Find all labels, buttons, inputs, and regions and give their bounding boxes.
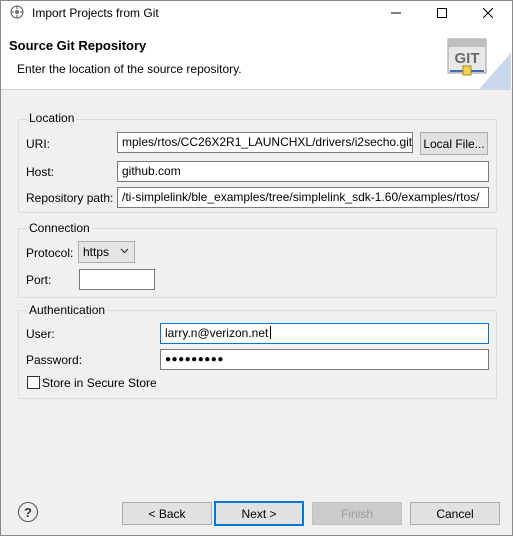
- text-caret: [270, 326, 272, 339]
- chevron-down-icon: [120, 248, 129, 254]
- user-label: User:: [26, 327, 55, 341]
- next-button[interactable]: Next >: [214, 501, 304, 526]
- uri-label: URI:: [26, 137, 50, 151]
- location-group-label: Location: [27, 111, 77, 125]
- protocol-value: https: [83, 245, 110, 259]
- git-logo-icon: GIT: [447, 38, 511, 89]
- authentication-group-label: Authentication: [27, 303, 108, 317]
- minimize-button[interactable]: [373, 1, 419, 25]
- cancel-button[interactable]: Cancel: [410, 502, 500, 525]
- host-label: Host:: [26, 165, 55, 179]
- back-button[interactable]: < Back: [122, 502, 212, 525]
- repository-path-field[interactable]: /ti-simplelink/ble_examples/tree/simplel…: [117, 187, 489, 208]
- page-description: Enter the location of the source reposit…: [17, 62, 242, 76]
- title-bar[interactable]: Import Projects from Git: [1, 1, 512, 25]
- wizard-header: Source Git Repository Enter the location…: [1, 25, 512, 90]
- port-field[interactable]: [79, 269, 155, 290]
- store-secure-label: Store in Secure Store: [42, 376, 157, 390]
- user-value: larry.n@verizon.net: [165, 326, 269, 340]
- user-field[interactable]: larry.n@verizon.net: [160, 323, 489, 344]
- close-button[interactable]: [465, 1, 511, 25]
- port-label: Port:: [26, 273, 52, 287]
- window-title: Import Projects from Git: [32, 6, 159, 20]
- store-secure-checkbox[interactable]: [27, 376, 40, 389]
- host-field[interactable]: github.com: [117, 161, 489, 182]
- eclipse-app-icon: [10, 5, 24, 19]
- import-projects-dialog: Import Projects from Git Source Git Repo…: [0, 0, 513, 536]
- git-logo-text: GIT: [455, 50, 480, 67]
- repository-path-label: Repository path:: [26, 191, 114, 205]
- protocol-select[interactable]: https: [78, 241, 135, 263]
- password-field[interactable]: ●●●●●●●●●: [160, 349, 489, 370]
- finish-button[interactable]: Finish: [312, 502, 402, 525]
- connection-group-label: Connection: [27, 221, 92, 235]
- uri-field[interactable]: mples/rtos/CC26X2R1_LAUNCHXL/drivers/i2s…: [117, 132, 413, 153]
- local-file-button[interactable]: Local File...: [420, 132, 488, 155]
- password-label: Password:: [26, 353, 83, 367]
- help-icon[interactable]: ?: [18, 502, 38, 522]
- maximize-button[interactable]: [419, 1, 465, 25]
- page-title: Source Git Repository: [9, 38, 147, 53]
- protocol-label: Protocol:: [26, 246, 74, 260]
